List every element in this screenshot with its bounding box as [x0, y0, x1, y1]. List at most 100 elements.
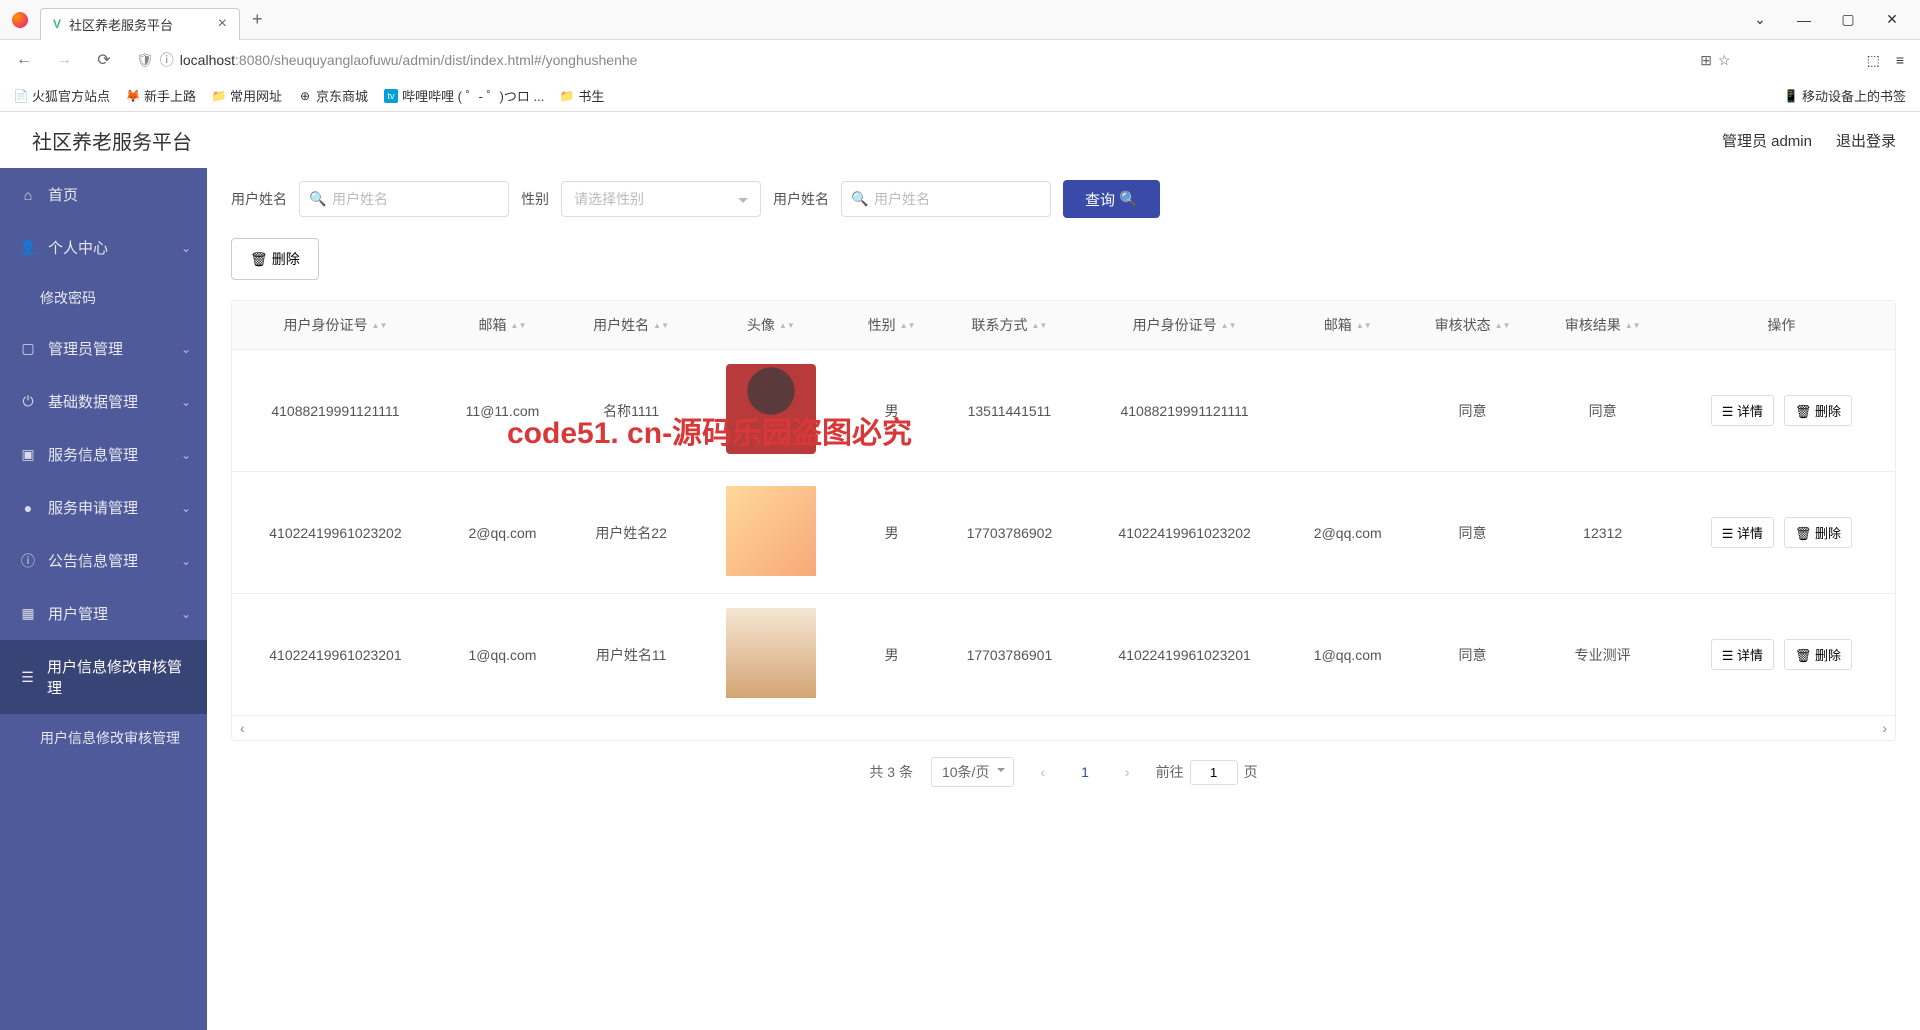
- page-next[interactable]: ›: [1117, 760, 1138, 784]
- home-icon: ⌂: [20, 187, 36, 203]
- bookmark-item[interactable]: 📄火狐官方站点: [8, 82, 116, 109]
- th-avatar[interactable]: 头像▲▼: [696, 301, 845, 350]
- filter-label-sex: 性别: [521, 189, 549, 209]
- filter-sex-select[interactable]: 请选择性别: [561, 181, 761, 217]
- qr-icon[interactable]: ⊞: [1700, 52, 1712, 69]
- delete-button[interactable]: 🗑 删除: [1784, 639, 1852, 670]
- sidebar-sub-changepwd[interactable]: 修改密码: [0, 274, 207, 322]
- avatar: [726, 364, 816, 454]
- close-window-button[interactable]: ✕: [1872, 4, 1912, 36]
- chevron-down-icon: ⌄: [181, 395, 191, 409]
- user-icon: 👤: [20, 239, 36, 256]
- list-icon: ☰: [20, 669, 35, 686]
- filter-bar: 用户姓名 🔍 性别 请选择性别 用户姓名 🔍 查询 🔍: [231, 180, 1896, 218]
- sidebar-item-profile[interactable]: 👤个人中心⌄: [0, 221, 207, 274]
- search-icon: 🔍: [1119, 190, 1138, 208]
- th-email[interactable]: 邮箱▲▼: [439, 301, 566, 350]
- table-header-row: 用户身份证号▲▼ 邮箱▲▼ 用户姓名▲▼ 头像▲▼ 性别▲▼ 联系方式▲▼ 用户…: [232, 301, 1895, 350]
- cell-status: 同意: [1407, 594, 1537, 716]
- th-status[interactable]: 审核状态▲▼: [1407, 301, 1537, 350]
- detail-button[interactable]: ☰ 详情: [1711, 395, 1774, 426]
- admin-label[interactable]: 管理员 admin: [1722, 130, 1812, 151]
- avatar: [726, 486, 816, 576]
- menu-icon[interactable]: ≡: [1888, 52, 1912, 68]
- address-bar[interactable]: 🛡 ⓘ localhost:8080/sheuquyanglaofuwu/adm…: [128, 50, 1692, 70]
- cell-ops: ☰ 详情 🗑 删除: [1668, 350, 1895, 472]
- th-sex[interactable]: 性别▲▼: [846, 301, 938, 350]
- browser-tab[interactable]: V 社区养老服务平台 ×: [40, 8, 240, 40]
- trash-icon: 🗑: [250, 251, 268, 268]
- filter-name-input-2[interactable]: 🔍: [841, 181, 1051, 217]
- horizontal-scroll[interactable]: ‹›: [232, 716, 1895, 740]
- reload-button[interactable]: ⟳: [88, 44, 120, 76]
- cell-sex: 男: [846, 350, 938, 472]
- detail-button[interactable]: ☰ 详情: [1711, 639, 1774, 670]
- power-icon: ⏻: [20, 393, 36, 410]
- detail-button[interactable]: ☰ 详情: [1711, 517, 1774, 548]
- chevron-down-icon[interactable]: ⌄: [1740, 4, 1780, 36]
- square-icon: ▢: [20, 340, 36, 357]
- chevron-down-icon: ⌄: [181, 501, 191, 515]
- delete-button[interactable]: 🗑 删除: [1784, 517, 1852, 548]
- page-jump: 前往页: [1156, 760, 1258, 785]
- sidebar-item-home[interactable]: ⌂首页: [0, 168, 207, 221]
- th-phone[interactable]: 联系方式▲▼: [938, 301, 1081, 350]
- sort-icon: ▲▼: [1625, 324, 1641, 328]
- cell-phone: 13511441511: [938, 350, 1081, 472]
- cell-email2: [1288, 350, 1407, 472]
- close-icon[interactable]: ×: [218, 15, 227, 33]
- cell-sex: 男: [846, 594, 938, 716]
- sort-icon: ▲▼: [1031, 324, 1047, 328]
- bookmark-item[interactable]: 📁常用网址: [206, 82, 288, 109]
- new-tab-button[interactable]: +: [240, 1, 275, 38]
- sort-icon: ▲▼: [1221, 324, 1237, 328]
- page-size-select[interactable]: 10条/页: [931, 757, 1014, 787]
- cell-status: 同意: [1407, 472, 1537, 594]
- sidebar-item-users[interactable]: ▦用户管理⌄: [0, 587, 207, 640]
- maximize-button[interactable]: ▢: [1828, 4, 1868, 36]
- sidebar-item-service[interactable]: ▣服务信息管理⌄: [0, 428, 207, 481]
- cell-phone: 17703786901: [938, 594, 1081, 716]
- extension-icon[interactable]: ⬚: [1867, 52, 1880, 69]
- mobile-bookmarks[interactable]: 📱移动设备上的书签: [1778, 82, 1912, 109]
- page-prev[interactable]: ‹: [1032, 760, 1053, 784]
- filter-name-input-1[interactable]: 🔍: [299, 181, 509, 217]
- cell-status: 同意: [1407, 350, 1537, 472]
- th-name[interactable]: 用户姓名▲▼: [566, 301, 696, 350]
- sidebar-item-useraudit[interactable]: ☰用户信息修改审核管理: [0, 640, 207, 714]
- page-jump-input[interactable]: [1190, 760, 1238, 785]
- forward-button[interactable]: →: [48, 44, 80, 76]
- firefox-logo: [0, 12, 40, 28]
- bookmark-item[interactable]: 🦊新手上路: [120, 82, 202, 109]
- th-email2[interactable]: 邮箱▲▼: [1288, 301, 1407, 350]
- cell-email: 2@qq.com: [439, 472, 566, 594]
- th-idcard[interactable]: 用户身份证号▲▼: [232, 301, 439, 350]
- logout-link[interactable]: 退出登录: [1836, 130, 1896, 151]
- search-button[interactable]: 查询 🔍: [1063, 180, 1160, 218]
- bookmark-item[interactable]: ⊕京东商城: [292, 82, 374, 109]
- app-title: 社区养老服务平台: [32, 126, 192, 155]
- sidebar-item-admin[interactable]: ▢管理员管理⌄: [0, 322, 207, 375]
- cell-idcard: 41022419961023201: [232, 594, 439, 716]
- pagination: 共 3 条 10条/页 ‹ 1 › 前往页: [231, 741, 1896, 803]
- sidebar-item-apply[interactable]: ●服务申请管理⌄: [0, 481, 207, 534]
- chevron-down-icon: ⌄: [181, 448, 191, 462]
- minimize-button[interactable]: —: [1784, 4, 1824, 36]
- batch-delete-button[interactable]: 🗑 删除: [231, 238, 319, 280]
- bookmark-item[interactable]: tv哔哩哔哩 ( ゜- ゜)つロ ...: [378, 82, 550, 109]
- page-current[interactable]: 1: [1071, 760, 1099, 784]
- delete-button[interactable]: 🗑 删除: [1784, 395, 1852, 426]
- sort-icon: ▲▼: [511, 324, 527, 328]
- cell-avatar: [696, 472, 845, 594]
- th-idcard2[interactable]: 用户身份证号▲▼: [1081, 301, 1288, 350]
- back-button[interactable]: ←: [8, 44, 40, 76]
- main-content: code51. cn-源码乐园盗图必究 用户姓名 🔍 性别 请选择性别 用户姓名…: [207, 168, 1920, 1030]
- th-result[interactable]: 审核结果▲▼: [1538, 301, 1668, 350]
- sidebar-sub-useraudit[interactable]: 用户信息修改审核管理: [0, 714, 207, 762]
- cell-email2: 1@qq.com: [1288, 594, 1407, 716]
- bookmark-item[interactable]: 📁书生: [554, 82, 610, 109]
- sidebar-item-basedata[interactable]: ⏻基础数据管理⌄: [0, 375, 207, 428]
- sidebar-item-notice[interactable]: ⓘ公告信息管理⌄: [0, 534, 207, 587]
- star-icon[interactable]: ☆: [1718, 52, 1731, 69]
- chevron-down-icon: ⌄: [181, 241, 191, 255]
